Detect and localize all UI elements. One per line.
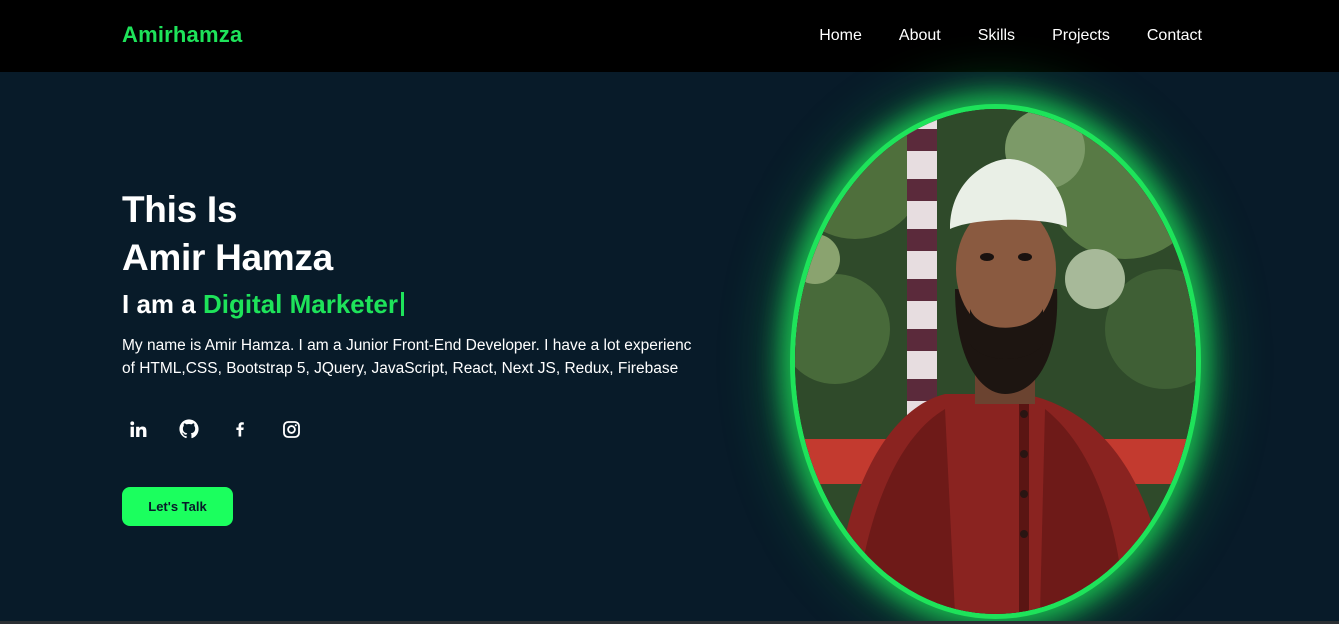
hero-description: My name is Amir Hamza. I am a Junior Fro… xyxy=(122,337,692,377)
profile-photo xyxy=(790,104,1201,619)
hero-content: This Is Amir Hamza I am a Digital Market… xyxy=(122,187,722,380)
nav-link-skills[interactable]: Skills xyxy=(978,26,1015,46)
hero-role-line: I am a Digital Marketer xyxy=(122,287,722,321)
typing-cursor xyxy=(401,292,405,316)
role-prefix: I am a xyxy=(122,289,203,319)
github-link[interactable] xyxy=(173,413,205,445)
role-typed-text: Digital Marketer xyxy=(202,289,399,319)
facebook-icon xyxy=(231,420,249,438)
facebook-link[interactable] xyxy=(224,413,256,445)
nav-menu: Home About Skills Projects Contact xyxy=(819,26,1202,46)
nav-link-about[interactable]: About xyxy=(899,26,941,46)
nav-link-contact[interactable]: Contact xyxy=(1147,26,1202,46)
nav-link-projects[interactable]: Projects xyxy=(1052,26,1110,46)
navbar: Amirhamza Home About Skills Projects Con… xyxy=(0,0,1339,72)
github-icon xyxy=(179,419,199,439)
instagram-icon xyxy=(282,420,301,439)
hero-heading-line-1: This Is xyxy=(122,189,238,230)
hero-heading-name: Amir Hamza xyxy=(122,237,333,278)
social-links xyxy=(122,413,307,445)
lets-talk-button[interactable]: Let's Talk xyxy=(122,487,233,526)
logo-link[interactable]: Amirhamza xyxy=(122,22,242,48)
linkedin-link[interactable] xyxy=(122,413,154,445)
page: Amirhamza Home About Skills Projects Con… xyxy=(0,0,1339,624)
nav-link-home[interactable]: Home xyxy=(819,26,862,46)
instagram-link[interactable] xyxy=(275,413,307,445)
linkedin-icon xyxy=(129,420,148,439)
